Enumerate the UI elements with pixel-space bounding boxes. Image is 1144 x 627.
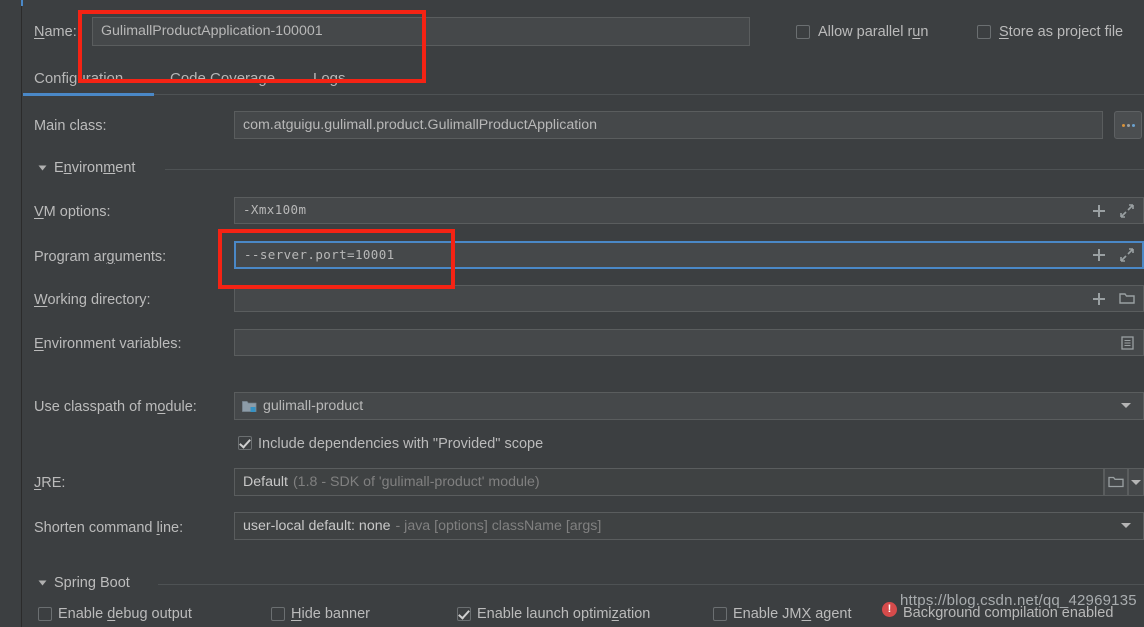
- tabs-divider: [154, 94, 1144, 95]
- include-provided-scope-checkbox[interactable]: [238, 436, 252, 450]
- vm-options-value: -Xmx100m: [243, 202, 307, 218]
- jre-label: JRE:: [34, 475, 66, 491]
- store-as-project-file-label[interactable]: Store as project file: [999, 23, 1123, 41]
- vm-options-label: VM options:: [34, 204, 111, 220]
- environment-variables-label: Environment variables:: [34, 336, 182, 352]
- run-configuration-dialog: Name: GulimallProductApplication-100001 …: [0, 0, 1144, 627]
- main-class-value: com.atguigu.gulimall.product.GulimallPro…: [243, 116, 598, 133]
- jre-combo[interactable]: Default (1.8 - SDK of 'gulimall-product'…: [234, 468, 1104, 496]
- name-label: Name:: [34, 24, 77, 40]
- watermark-text: https://blog.csdn.net/qq_42969135: [900, 592, 1137, 609]
- jre-chevron-down-icon[interactable]: [1128, 468, 1144, 496]
- use-classpath-of-module-combo[interactable]: gulimall-product: [234, 392, 1144, 420]
- shorten-command-line-label: Shorten command line:: [34, 520, 184, 536]
- working-directory-add-icon[interactable]: [1088, 287, 1110, 310]
- jre-value: Default: [243, 473, 288, 490]
- shorten-command-line-combo[interactable]: user-local default: none - java [options…: [234, 512, 1144, 540]
- store-as-project-file-checkbox[interactable]: [977, 25, 991, 39]
- working-directory-label: Working directory:: [34, 292, 151, 308]
- working-directory-folder-icon[interactable]: [1114, 287, 1140, 310]
- main-class-label: Main class:: [34, 118, 107, 134]
- environment-variables-input[interactable]: [234, 329, 1144, 356]
- jre-folder-icon[interactable]: [1104, 468, 1128, 496]
- allow-parallel-run-label[interactable]: Allow parallel run: [818, 23, 928, 41]
- vm-options-add-icon[interactable]: [1088, 199, 1110, 222]
- vm-options-expand-icon[interactable]: [1114, 199, 1140, 222]
- program-arguments-value: --server.port=10001: [244, 246, 395, 262]
- enable-jmx-agent-label[interactable]: Enable JMX agent: [733, 605, 852, 623]
- shorten-command-line-value: user-local default: none: [243, 517, 391, 534]
- environment-section-rule: [165, 169, 1144, 170]
- environment-section-title: Environment: [54, 160, 136, 176]
- program-arguments-expand-icon[interactable]: [1114, 244, 1140, 266]
- tab-code-coverage[interactable]: Code Coverage: [170, 70, 275, 87]
- tab-selected-underline: [23, 93, 154, 96]
- use-classpath-of-module-chevron-down-icon[interactable]: [1121, 403, 1131, 408]
- jre-value-detail: (1.8 - SDK of 'gulimall-product' module): [292, 473, 540, 490]
- vm-options-input[interactable]: -Xmx100m: [234, 197, 1144, 224]
- program-arguments-label: Program arguments:: [34, 249, 167, 265]
- spring-boot-section-rule: [158, 584, 1144, 585]
- enable-jmx-agent-checkbox[interactable]: [713, 607, 727, 621]
- spring-boot-collapse-arrow[interactable]: [38, 580, 47, 586]
- spring-boot-section-title: Spring Boot: [54, 575, 130, 591]
- left-gutter: [0, 0, 22, 627]
- hide-banner-label[interactable]: Hide banner: [291, 605, 370, 623]
- program-arguments-add-icon[interactable]: [1088, 244, 1110, 266]
- gutter-accent: [21, 0, 23, 6]
- enable-launch-optimization-checkbox[interactable]: [457, 607, 471, 621]
- enable-debug-output-checkbox[interactable]: [38, 607, 52, 621]
- program-arguments-input[interactable]: --server.port=10001: [234, 241, 1144, 269]
- tab-logs[interactable]: Logs: [313, 70, 346, 87]
- module-icon: [242, 400, 257, 412]
- environment-collapse-arrow[interactable]: [38, 165, 47, 171]
- shorten-command-line-detail: - java [options] className [args]: [395, 517, 602, 534]
- status-error-badge[interactable]: !: [882, 602, 897, 617]
- enable-launch-optimization-label[interactable]: Enable launch optimization: [477, 605, 650, 623]
- use-classpath-of-module-value: gulimall-product: [263, 397, 364, 414]
- use-classpath-of-module-label: Use classpath of module:: [34, 399, 197, 415]
- environment-variables-list-icon[interactable]: [1114, 331, 1140, 354]
- name-input-value: GulimallProductApplication-100001: [101, 23, 323, 40]
- hide-banner-checkbox[interactable]: [271, 607, 285, 621]
- shorten-command-line-chevron-down-icon[interactable]: [1121, 523, 1131, 528]
- include-provided-scope-label[interactable]: Include dependencies with "Provided" sco…: [258, 435, 543, 453]
- main-class-input[interactable]: com.atguigu.gulimall.product.GulimallPro…: [234, 111, 1103, 139]
- name-input[interactable]: GulimallProductApplication-100001: [92, 17, 750, 46]
- enable-debug-output-label[interactable]: Enable debug output: [58, 605, 192, 623]
- allow-parallel-run-checkbox[interactable]: [796, 25, 810, 39]
- tab-configuration[interactable]: Configuration: [34, 70, 123, 87]
- working-directory-input[interactable]: [234, 285, 1144, 312]
- main-class-browse-button[interactable]: [1114, 111, 1142, 139]
